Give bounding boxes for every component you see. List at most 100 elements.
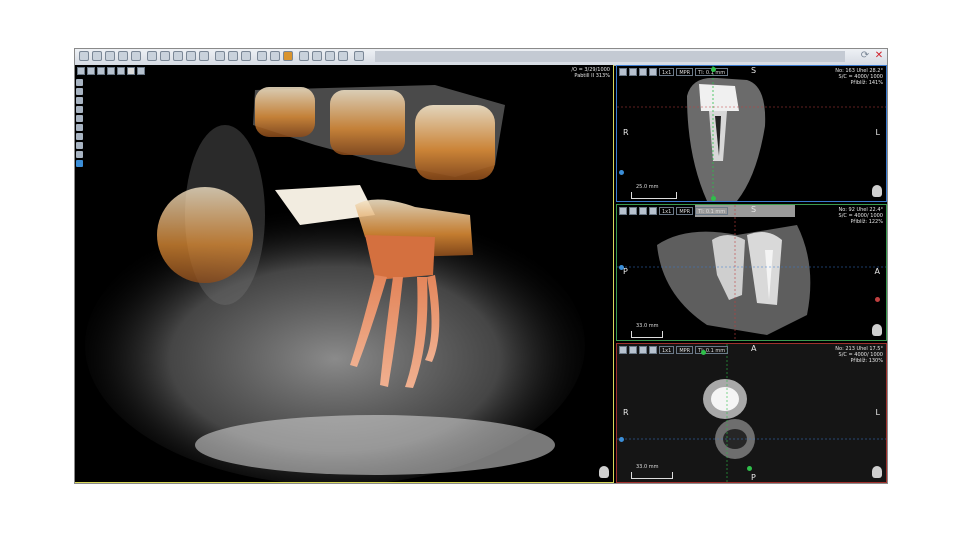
- reset-icon[interactable]: [76, 133, 83, 140]
- camera-icon[interactable]: [97, 67, 105, 75]
- camera-icon[interactable]: [639, 207, 647, 215]
- select-icon[interactable]: [76, 160, 83, 167]
- crosshair-handle[interactable]: [619, 437, 624, 442]
- sphere-icon[interactable]: [270, 51, 280, 61]
- implant-icon[interactable]: [228, 51, 238, 61]
- tooth-icon[interactable]: [241, 51, 251, 61]
- slice-image-middle: [617, 205, 886, 340]
- fullscreen-icon[interactable]: [629, 207, 637, 215]
- crosshair-handle[interactable]: [875, 297, 880, 302]
- thickness-field[interactable]: Tl: 0.1 mm: [695, 207, 729, 215]
- reset-icon[interactable]: [649, 68, 657, 76]
- slice-image-bottom: [617, 344, 886, 482]
- scale-bar: 33.0 mm: [631, 464, 673, 479]
- open-icon[interactable]: [79, 51, 89, 61]
- orientation-right: A: [874, 267, 880, 276]
- volume-info-line2: Pabtill II 313%: [574, 73, 610, 79]
- tool-icon[interactable]: [619, 207, 627, 215]
- layout-icon[interactable]: [147, 51, 157, 61]
- slice-image-top: [617, 66, 886, 201]
- panorama-icon[interactable]: [199, 51, 209, 61]
- crosshair-handle[interactable]: [619, 265, 624, 270]
- info-icon[interactable]: [137, 67, 145, 75]
- settings-icon[interactable]: [299, 51, 309, 61]
- mpr-button[interactable]: MPR: [676, 68, 694, 76]
- tool-icon[interactable]: [619, 346, 627, 354]
- info-line: Přiblíž: 122%: [850, 219, 883, 225]
- crosshair-handle[interactable]: [711, 67, 716, 72]
- crosshair-handle[interactable]: [701, 350, 706, 355]
- copy-icon[interactable]: [118, 51, 128, 61]
- print-icon[interactable]: [105, 51, 115, 61]
- mpr-view-top[interactable]: 1x1 MPR Tl: 0.1 mm No: 163 Uhel 28.2° S/…: [616, 65, 887, 202]
- slab-mode[interactable]: 1x1: [659, 207, 675, 215]
- crosshair-handle[interactable]: [619, 170, 624, 175]
- export-icon[interactable]: [117, 67, 125, 75]
- rotate-icon[interactable]: [76, 106, 83, 113]
- volume-render-icon[interactable]: [283, 51, 293, 61]
- volume-render-image: [85, 85, 585, 482]
- help-icon[interactable]: [354, 51, 364, 61]
- mpr-view-bottom[interactable]: 1x1 MPR Tl: 0.1 mm No: 213 Uhel 17.5° S/…: [616, 343, 887, 483]
- camera-icon[interactable]: [639, 346, 647, 354]
- view-top-toolbar: [77, 67, 145, 75]
- orientation-head-icon: [872, 185, 882, 197]
- measure-icon[interactable]: [76, 124, 83, 131]
- mpr-button[interactable]: MPR: [676, 346, 694, 354]
- mpr-middle-toolbar: 1x1 MPR Tl: 0.1 mm: [619, 207, 729, 215]
- zoom-icon[interactable]: [325, 51, 335, 61]
- mpr-bottom-info: No: 213 Uhel 17.5° S/C = 4000/ 1000 Přib…: [835, 346, 883, 364]
- orientation-left: R: [623, 408, 629, 417]
- mpr-middle-info: No: 92 Uhel 22.4° S/C = 4000/ 1000 Přibl…: [838, 207, 883, 225]
- close-icon[interactable]: ✕: [873, 50, 885, 62]
- reset-icon[interactable]: [649, 346, 657, 354]
- main-toolbar: ⟳ ✕: [75, 49, 887, 66]
- pan-icon[interactable]: [76, 97, 83, 104]
- zoom-out-icon[interactable]: [76, 88, 83, 95]
- cut-icon[interactable]: [76, 142, 83, 149]
- mpr-button[interactable]: MPR: [676, 207, 694, 215]
- slab-mode[interactable]: 1x1: [659, 346, 675, 354]
- camera-icon[interactable]: [639, 68, 647, 76]
- angle-icon[interactable]: [186, 51, 196, 61]
- tool-icon[interactable]: [77, 67, 85, 75]
- slab-mode[interactable]: 1x1: [659, 68, 675, 76]
- volume-3d-view[interactable]: /O = 3/29/1000 Pabtill II 313%: [75, 65, 614, 483]
- light-icon[interactable]: [76, 151, 83, 158]
- fullscreen-icon[interactable]: [87, 67, 95, 75]
- grid-icon[interactable]: [160, 51, 170, 61]
- fullscreen-icon[interactable]: [629, 346, 637, 354]
- crosshair-handle[interactable]: [711, 196, 716, 201]
- save-icon[interactable]: [92, 51, 102, 61]
- preset-icon[interactable]: [127, 67, 135, 75]
- search-icon[interactable]: [312, 51, 322, 61]
- ruler-icon[interactable]: [173, 51, 183, 61]
- scale-bar: 25.0 mm: [631, 184, 677, 199]
- fullscreen-icon[interactable]: [629, 68, 637, 76]
- info-line: Přiblíž: 130%: [850, 358, 883, 364]
- orientation-left: R: [623, 128, 629, 137]
- status-bar-blurred: [375, 51, 845, 62]
- scale-label: 33.0 mm: [636, 323, 659, 329]
- orientation-top: A: [751, 344, 757, 353]
- scale-label: 25.0 mm: [636, 184, 659, 190]
- orientation-right: L: [875, 128, 880, 137]
- info-line: Přiblíž: 141%: [850, 80, 883, 86]
- undo-icon[interactable]: [131, 51, 141, 61]
- window-level-icon[interactable]: [76, 115, 83, 122]
- volume-info: /O = 3/29/1000 Pabtill II 313%: [571, 67, 610, 79]
- orientation-right: L: [875, 408, 880, 417]
- refresh-icon[interactable]: ⟳: [859, 50, 871, 62]
- layout-icon[interactable]: [107, 67, 115, 75]
- zoom-in-icon[interactable]: [76, 79, 83, 86]
- tool-icon[interactable]: [619, 68, 627, 76]
- export-icon[interactable]: [338, 51, 348, 61]
- orientation-head-icon: [599, 466, 609, 478]
- mpr-view-middle[interactable]: 1x1 MPR Tl: 0.1 mm No: 92 Uhel 22.4° S/C…: [616, 204, 887, 341]
- tree-icon[interactable]: [257, 51, 267, 61]
- orientation-head-icon: [872, 324, 882, 336]
- nerve-icon[interactable]: [215, 51, 225, 61]
- reset-icon[interactable]: [649, 207, 657, 215]
- crosshair-handle[interactable]: [747, 466, 752, 471]
- orientation-top: S: [751, 66, 757, 75]
